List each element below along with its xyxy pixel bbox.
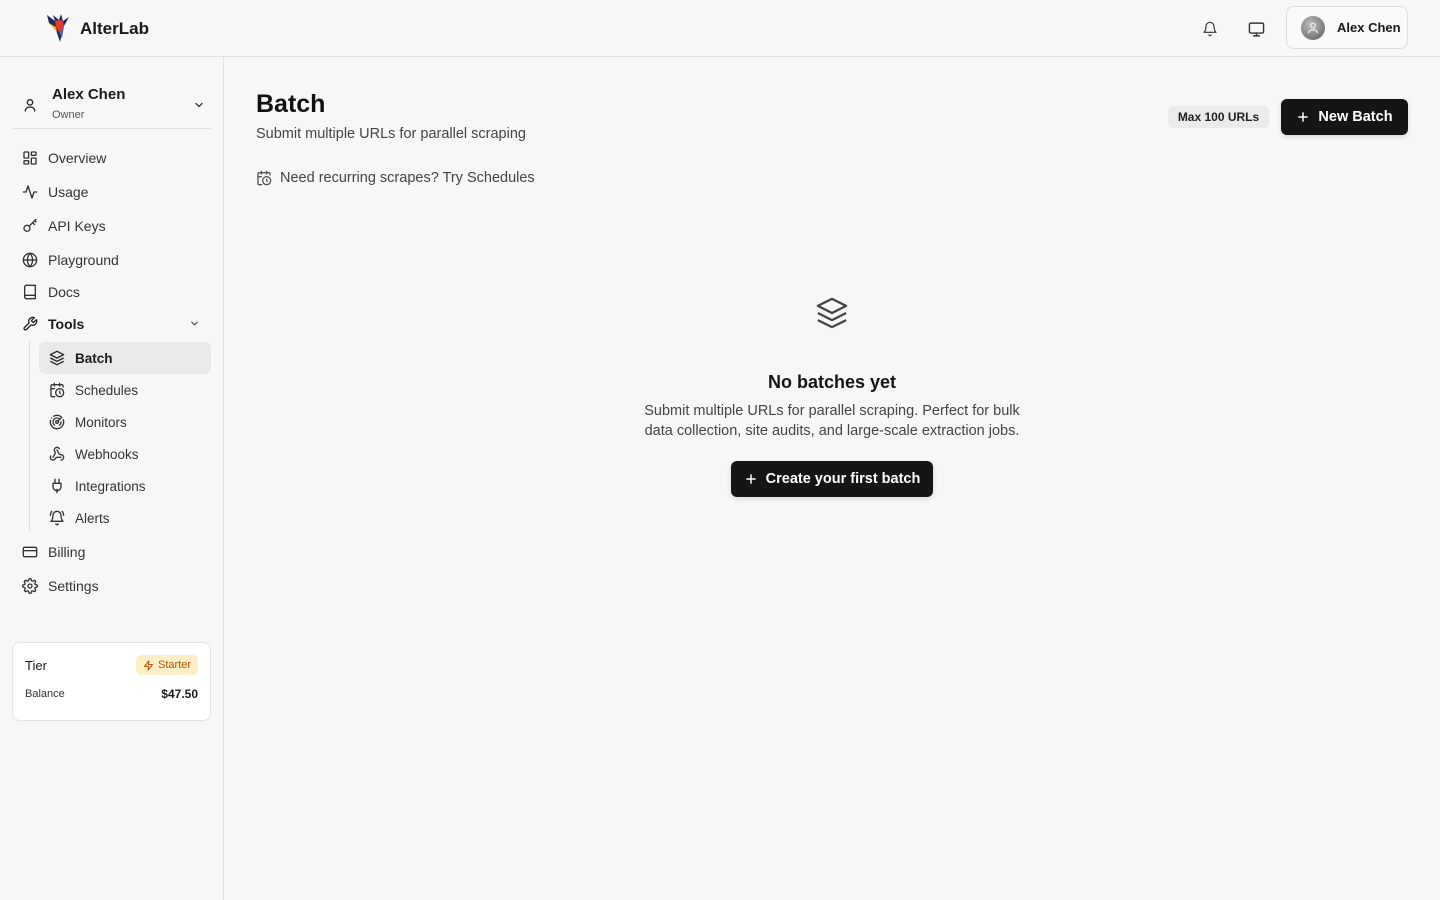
page-title: Batch: [256, 90, 326, 118]
sidebar-item-label: Settings: [48, 578, 99, 594]
new-batch-button[interactable]: New Batch: [1281, 99, 1408, 135]
globe-icon: [22, 252, 38, 268]
monitor-icon: [1248, 21, 1264, 37]
sidebar-item-settings[interactable]: Settings: [12, 571, 211, 601]
max-urls-badge: Max 100 URLs: [1168, 106, 1269, 128]
sidebar-item-label: Webhooks: [75, 446, 139, 462]
sidebar-item-docs[interactable]: Docs: [12, 277, 211, 307]
account-name: Alex Chen: [52, 86, 126, 103]
sidebar-item-integrations[interactable]: Integrations: [39, 470, 211, 502]
sidebar: Alex Chen Owner Overview Usage API Keys …: [0, 57, 224, 900]
schedules-hint-text: Need recurring scrapes? Try Schedules: [280, 170, 535, 186]
plus-icon: [745, 474, 756, 484]
notifications-button[interactable]: [1197, 16, 1223, 42]
user-icon: [24, 99, 36, 112]
new-batch-label: New Batch: [1318, 109, 1393, 125]
plug-icon: [52, 478, 62, 494]
sidebar-item-overview[interactable]: Overview: [12, 143, 211, 173]
sidebar-item-label: Usage: [48, 184, 89, 200]
calendar-clock-icon: [257, 170, 272, 186]
sidebar-item-alerts[interactable]: Alerts: [39, 502, 211, 534]
sidebar-item-webhooks[interactable]: Webhooks: [39, 438, 211, 470]
key-icon: [23, 218, 37, 232]
sidebar-item-label: Integrations: [75, 478, 146, 494]
empty-state-description: Submit multiple URLs for parallel scrapi…: [644, 403, 1020, 439]
layout-grid-icon: [23, 151, 37, 165]
schedules-hint-link[interactable]: Need recurring scrapes? Try Schedules: [256, 170, 535, 186]
book-icon: [24, 284, 36, 300]
sidebar-item-label: Monitors: [75, 414, 127, 430]
sidebar-item-monitors[interactable]: Monitors: [39, 406, 211, 438]
sidebar-item-api-keys[interactable]: API Keys: [12, 211, 211, 241]
sidebar-item-label: Alerts: [75, 510, 110, 526]
tools-subtree-divider: [29, 341, 30, 531]
sidebar-item-label: Playground: [48, 252, 119, 268]
chevron-down-icon: [195, 102, 203, 108]
bell-ring-icon: [49, 510, 65, 526]
balance-label: Balance: [25, 688, 65, 700]
sidebar-item-billing[interactable]: Billing: [12, 537, 211, 567]
calendar-clock-icon: [50, 382, 65, 398]
wrench-icon: [23, 316, 38, 331]
tier-card: Tier Starter Balance $47.50: [12, 642, 211, 721]
chevron-down-icon: [191, 321, 198, 326]
brand[interactable]: AlterLab: [44, 12, 149, 46]
sidebar-item-label: Tools: [48, 316, 85, 332]
sidebar-item-label: Docs: [48, 284, 80, 300]
sidebar-item-batch[interactable]: Batch: [39, 342, 211, 374]
sidebar-item-tools[interactable]: Tools: [12, 309, 211, 339]
layers-icon: [816, 297, 848, 329]
top-bar: AlterLab Alex Chen: [0, 0, 1440, 57]
bell-icon: [1203, 21, 1217, 37]
user-name: Alex Chen: [1337, 20, 1401, 35]
tier-badge: Starter: [135, 655, 198, 675]
display-button[interactable]: [1243, 16, 1269, 42]
tier-label: Tier: [25, 658, 47, 673]
webhook-icon: [49, 446, 65, 461]
account-role: Owner: [52, 109, 85, 121]
zap-icon: [143, 659, 154, 671]
user-menu-button[interactable]: Alex Chen: [1286, 6, 1408, 49]
account-switcher[interactable]: Alex Chen Owner: [12, 69, 211, 129]
sidebar-item-label: Batch: [75, 350, 113, 366]
sidebar-item-label: Billing: [48, 544, 86, 560]
user-avatar-icon: [1307, 22, 1319, 33]
create-first-batch-button[interactable]: Create your first batch: [731, 461, 933, 497]
sidebar-item-label: Schedules: [75, 382, 139, 398]
alterlab-logo-icon: [47, 14, 69, 42]
brand-name: AlterLab: [80, 19, 149, 38]
avatar: [1301, 15, 1325, 40]
sidebar-item-label: API Keys: [48, 218, 106, 234]
tier-badge-label: Starter: [157, 659, 191, 671]
sidebar-item-playground[interactable]: Playground: [12, 245, 211, 275]
plus-icon: [1298, 112, 1309, 122]
balance-value: $47.50: [161, 687, 198, 701]
activity-icon: [22, 185, 38, 199]
radar-icon: [49, 414, 65, 430]
credit-card-icon: [22, 546, 38, 558]
gear-icon: [22, 578, 38, 594]
sidebar-item-label: Overview: [48, 150, 107, 166]
sidebar-item-usage[interactable]: Usage: [12, 177, 211, 207]
create-first-batch-label: Create your first batch: [765, 471, 921, 487]
empty-state-title: No batches yet: [767, 372, 897, 392]
layers-icon: [49, 350, 65, 366]
sidebar-item-schedules[interactable]: Schedules: [39, 374, 211, 406]
page-subtitle: Submit multiple URLs for parallel scrapi…: [256, 126, 526, 142]
